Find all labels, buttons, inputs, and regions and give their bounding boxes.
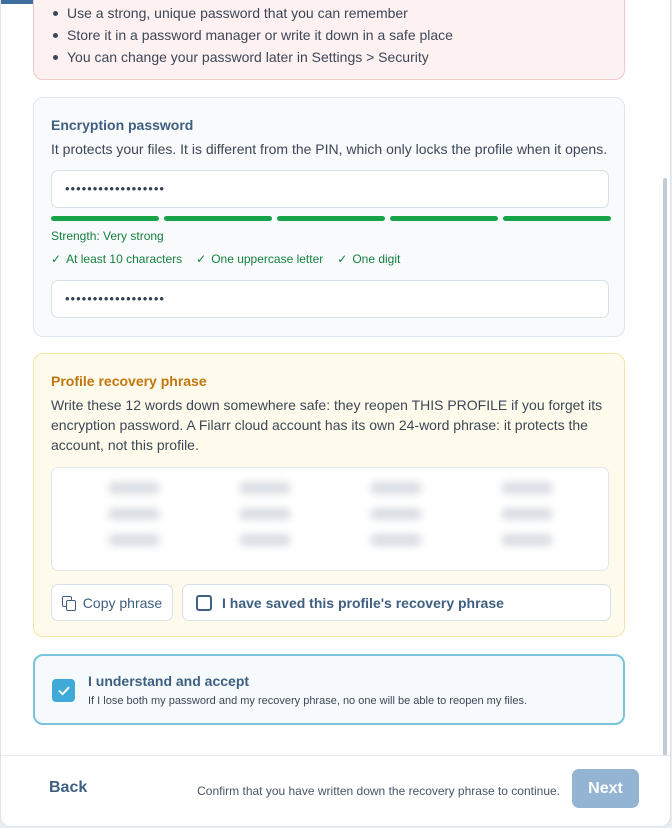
password-requirements: ✓ At least 10 characters ✓ One uppercase… bbox=[51, 252, 400, 266]
password-tips-list: Use a strong, unique password that you c… bbox=[51, 2, 453, 68]
blurred-word bbox=[238, 508, 291, 520]
recovery-phrase-box bbox=[51, 467, 609, 571]
password-tip: You can change your password later in Se… bbox=[51, 46, 453, 68]
strength-segment bbox=[503, 216, 611, 221]
strength-segment bbox=[164, 216, 272, 221]
recovery-phrase-title: Profile recovery phrase bbox=[51, 373, 207, 389]
password-tip: Use a strong, unique password that you c… bbox=[51, 2, 453, 24]
scrollbar-thumb[interactable] bbox=[663, 178, 667, 756]
saved-phrase-label: I have saved this profile's recovery phr… bbox=[222, 594, 504, 611]
accept-terms-card[interactable]: I understand and accept If I lose both m… bbox=[33, 654, 625, 725]
recovery-word-hidden bbox=[68, 508, 199, 524]
recovery-word-hidden bbox=[461, 508, 592, 524]
blurred-word bbox=[238, 534, 291, 546]
requirement-item: ✓ One digit bbox=[337, 252, 400, 266]
recovery-word-hidden bbox=[199, 482, 330, 498]
blurred-word bbox=[500, 534, 553, 546]
requirement-label: One uppercase letter bbox=[211, 252, 324, 266]
recovery-word-hidden bbox=[330, 508, 461, 524]
accept-description: If I lose both my password and my recove… bbox=[88, 695, 527, 707]
recovery-words-grid bbox=[68, 482, 592, 550]
checkmark-icon: ✓ bbox=[196, 252, 207, 266]
confirm-password-input[interactable]: •••••••••••••••••• bbox=[51, 280, 609, 318]
recovery-word-hidden bbox=[68, 534, 199, 550]
recovery-word-hidden bbox=[461, 482, 592, 498]
strength-segment bbox=[51, 216, 159, 221]
setup-window: Use a strong, unique password that you c… bbox=[1, 0, 670, 826]
wizard-footer: Back Confirm that you have written down … bbox=[1, 755, 670, 826]
copy-phrase-button[interactable]: Copy phrase bbox=[51, 584, 173, 621]
checkbox-unchecked-icon[interactable] bbox=[196, 594, 212, 611]
accept-title: I understand and accept bbox=[88, 673, 250, 689]
blurred-word bbox=[500, 508, 553, 520]
continue-hint: Confirm that you have written down the r… bbox=[197, 784, 560, 798]
requirement-item: ✓ At least 10 characters bbox=[51, 252, 182, 266]
checkmark-icon bbox=[58, 686, 69, 695]
next-button[interactable]: Next bbox=[572, 769, 639, 808]
recovery-phrase-card: Profile recovery phrase Write these 12 w… bbox=[33, 353, 625, 637]
password-input[interactable]: •••••••••••••••••• bbox=[51, 170, 609, 208]
blurred-word bbox=[500, 482, 553, 494]
blurred-word bbox=[369, 508, 422, 520]
requirement-item: ✓ One uppercase letter bbox=[196, 252, 323, 266]
recovery-phrase-description: Write these 12 words down somewhere safe… bbox=[51, 397, 603, 453]
accept-checkbox[interactable] bbox=[52, 679, 75, 702]
encryption-password-description: It protects your files. It is different … bbox=[51, 141, 608, 157]
strength-label: Strength: Very strong bbox=[51, 229, 164, 243]
strength-segment bbox=[277, 216, 385, 221]
strength-segment bbox=[390, 216, 498, 221]
encryption-password-card: Encryption password It protects your fil… bbox=[33, 97, 625, 337]
blurred-word bbox=[238, 482, 291, 494]
strength-meter bbox=[51, 216, 611, 221]
checkmark-icon: ✓ bbox=[51, 252, 62, 266]
recovery-word-hidden bbox=[461, 534, 592, 550]
recovery-word-hidden bbox=[330, 534, 461, 550]
recovery-word-hidden bbox=[199, 534, 330, 550]
checkmark-icon: ✓ bbox=[337, 252, 348, 266]
requirement-label: One digit bbox=[352, 252, 401, 266]
blurred-word bbox=[107, 508, 160, 520]
blurred-word bbox=[107, 534, 160, 546]
recovery-word-hidden bbox=[330, 482, 461, 498]
password-tip: Store it in a password manager or write … bbox=[51, 24, 453, 46]
password-tips-card: Use a strong, unique password that you c… bbox=[33, 0, 625, 80]
blurred-word bbox=[107, 482, 160, 494]
requirement-label: At least 10 characters bbox=[66, 252, 183, 266]
saved-phrase-checkbox[interactable]: I have saved this profile's recovery phr… bbox=[182, 584, 611, 621]
copy-phrase-label: Copy phrase bbox=[82, 594, 163, 611]
encryption-password-title: Encryption password bbox=[51, 117, 194, 133]
recovery-word-hidden bbox=[199, 508, 330, 524]
blurred-word bbox=[369, 482, 422, 494]
back-button[interactable]: Back bbox=[49, 779, 87, 797]
copy-icon bbox=[61, 595, 76, 611]
recovery-word-hidden bbox=[68, 482, 199, 498]
scroll-area[interactable]: Use a strong, unique password that you c… bbox=[1, 0, 670, 756]
blurred-word bbox=[369, 534, 422, 546]
